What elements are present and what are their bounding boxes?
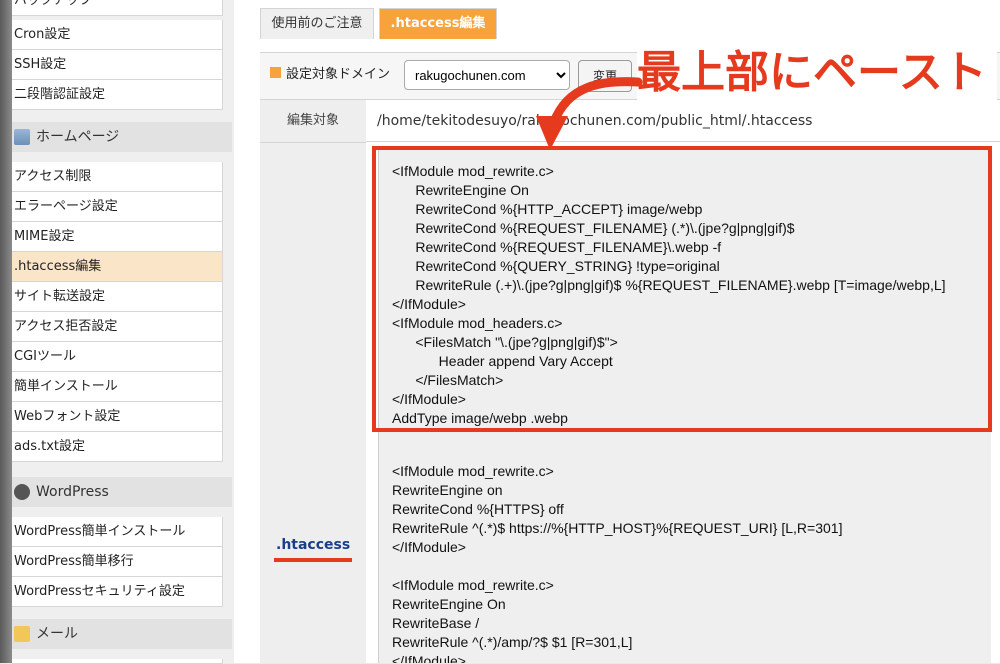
sidebar: バックアップ Cron設定 SSH設定 二段階認証設定 ホームページ アクセス制… xyxy=(12,0,234,664)
menu-site-forward[interactable]: サイト転送設定 xyxy=(12,282,223,312)
menu-wp-install[interactable]: WordPress簡単インストール xyxy=(12,517,223,547)
menu-access-deny[interactable]: アクセス拒否設定 xyxy=(12,312,223,342)
htaccess-underline xyxy=(274,558,352,562)
code-line: RewriteCond %{HTTPS} off xyxy=(392,501,564,517)
menu-cron[interactable]: Cron設定 xyxy=(12,20,223,50)
code-line: RewriteEngine on xyxy=(392,482,503,498)
menu-ads-txt[interactable]: ads.txt設定 xyxy=(12,432,223,462)
code-line: RewriteBase / xyxy=(392,615,480,631)
domain-label: 設定対象ドメイン xyxy=(286,67,391,82)
menu-mime[interactable]: MIME設定 xyxy=(12,222,223,252)
section-wordpress-label: WordPress xyxy=(36,484,109,500)
menu-easy-install[interactable]: 簡単インストール xyxy=(12,372,223,402)
annotation-callout: 最上部にペースト xyxy=(637,42,997,104)
menu-wp-security[interactable]: WordPressセキュリティ設定 xyxy=(12,577,223,607)
annotation-arrow-icon xyxy=(536,77,643,150)
menu-backup[interactable]: バックアップ xyxy=(12,0,223,16)
menu-mail-first[interactable] xyxy=(12,659,223,664)
code-line: RewriteRule ^(.*)$ https://%{HTTP_HOST}%… xyxy=(392,520,843,536)
window-edge xyxy=(0,0,12,663)
code-line: <IfModule mod_rewrite.c> xyxy=(392,463,554,479)
section-wordpress: WordPress xyxy=(12,477,232,507)
target-label: 編集対象 xyxy=(260,100,366,143)
menu-webfont[interactable]: Webフォント設定 xyxy=(12,402,223,432)
orange-bullet-icon xyxy=(270,67,281,78)
code-line: </IfModule> xyxy=(392,653,466,663)
menu-2fa[interactable]: 二段階認証設定 xyxy=(12,80,223,110)
code-line: RewriteEngine On xyxy=(392,596,506,612)
code-line: RewriteRule ^(.*)/amp/?$ $1 [R=301,L] xyxy=(392,634,633,650)
menu-htaccess[interactable]: .htaccess編集 xyxy=(12,252,223,282)
menu-access-restriction[interactable]: アクセス制限 xyxy=(12,162,223,192)
menu-cgi-tool[interactable]: CGIツール xyxy=(12,342,223,372)
menu-wp-migrate[interactable]: WordPress簡単移行 xyxy=(12,547,223,577)
code-line: <IfModule mod_rewrite.c> xyxy=(392,577,554,593)
wordpress-icon xyxy=(14,484,30,500)
tab-notice[interactable]: 使用前のご注意 xyxy=(260,8,374,39)
htaccess-row-label xyxy=(260,143,366,663)
section-mail-label: メール xyxy=(36,626,78,642)
code-line: </IfModule> xyxy=(392,539,466,555)
highlight-box xyxy=(372,146,992,432)
tab-htaccess-edit[interactable]: .htaccess編集 xyxy=(379,8,497,39)
homepage-icon xyxy=(14,129,30,145)
section-homepage-label: ホームページ xyxy=(36,129,120,145)
menu-error-page[interactable]: エラーページ設定 xyxy=(12,192,223,222)
section-mail: メール xyxy=(12,619,232,649)
mail-icon xyxy=(14,626,30,642)
htaccess-label: .htaccess xyxy=(276,537,351,553)
target-path: /home/tekitodesuyo/rakugochunen.com/publ… xyxy=(366,100,1000,142)
section-homepage: ホームページ xyxy=(12,122,232,152)
menu-ssh[interactable]: SSH設定 xyxy=(12,50,223,80)
